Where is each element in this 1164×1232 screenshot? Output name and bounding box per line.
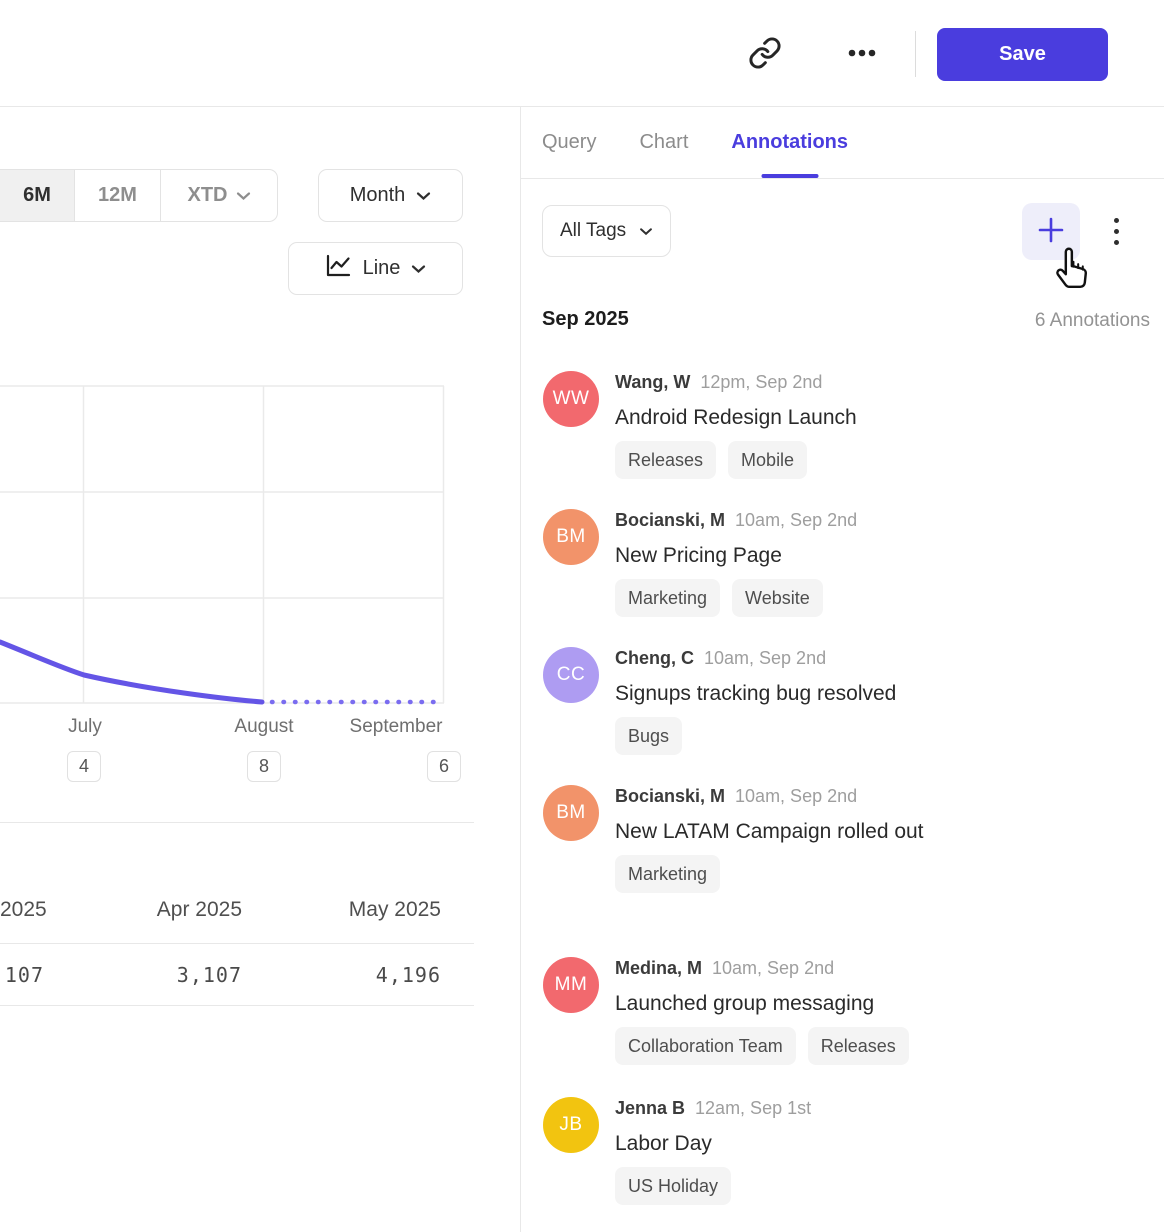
annotation-tag: Bugs	[615, 717, 682, 755]
annotation-title: New LATAM Campaign rolled out	[615, 814, 924, 849]
chevron-down-icon	[639, 227, 653, 236]
copy-link-button[interactable]	[745, 34, 785, 74]
x-axis-label-september: September	[350, 716, 443, 738]
annotation-timestamp: 10am, Sep 2nd	[704, 648, 826, 669]
chevron-down-icon	[236, 191, 251, 201]
annotation-list-item[interactable]: MM Medina, M 10am, Sep 2nd Launched grou…	[543, 957, 1150, 1065]
annotation-count-badge-july[interactable]: 4	[67, 751, 101, 782]
more-options-button[interactable]	[842, 34, 882, 74]
avatar: JB	[543, 1097, 599, 1153]
annotations-panel: Query Chart Annotations .tab.active::aft…	[520, 107, 1164, 1232]
results-table: 2025 Apr 2025 May 2025 107 3,107 4,196	[0, 822, 474, 1006]
chevron-down-icon	[411, 264, 426, 274]
kebab-icon	[1114, 218, 1119, 223]
annotation-tag: Mobile	[728, 441, 807, 479]
annotation-tag: US Holiday	[615, 1167, 731, 1205]
granularity-dropdown[interactable]: Month	[318, 169, 463, 222]
annotation-list-item[interactable]: WW Wang, W 12pm, Sep 2nd Android Redesig…	[543, 371, 1150, 479]
table-header-mar-2025: 2025	[0, 898, 44, 922]
table-value-apr-2025: 3,107	[44, 963, 242, 987]
date-range-segmented-control: 6M 12M XTD	[0, 169, 278, 222]
annotation-title: Labor Day	[615, 1126, 811, 1161]
annotation-tag: Releases	[808, 1027, 909, 1065]
annotation-list-item[interactable]: BM Bocianski, M 10am, Sep 2nd New LATAM …	[543, 785, 1150, 893]
all-tags-filter-dropdown[interactable]: All Tags	[542, 205, 671, 257]
avatar: BM	[543, 785, 599, 841]
annotation-author: Wang, W	[615, 372, 690, 393]
annotation-tag: Releases	[615, 441, 716, 479]
annotation-title: Launched group messaging	[615, 986, 909, 1021]
annotation-author: Bocianski, M	[615, 786, 725, 807]
tab-chart[interactable]: Chart	[639, 107, 688, 178]
range-6m-button[interactable]: 6M	[0, 170, 74, 221]
annotation-list-item[interactable]: JB Jenna B 12am, Sep 1st Labor Day US Ho…	[543, 1097, 1150, 1205]
chart-type-dropdown[interactable]: Line	[288, 242, 463, 295]
save-button[interactable]: Save	[937, 28, 1108, 81]
month-group-header: Sep 2025	[542, 308, 629, 331]
annotation-tag: Website	[732, 579, 823, 617]
annotation-author: Bocianski, M	[615, 510, 725, 531]
topbar-divider	[915, 31, 916, 77]
annotation-timestamp: 12pm, Sep 2nd	[700, 372, 822, 393]
annotations-count-label: 6 Annotations	[1035, 310, 1150, 332]
annotation-list-item[interactable]: BM Bocianski, M 10am, Sep 2nd New Pricin…	[543, 509, 1150, 617]
chevron-down-icon	[416, 191, 431, 201]
annotation-author: Jenna B	[615, 1098, 685, 1119]
table-value-mar-2025: 107	[0, 963, 44, 987]
annotation-count-badge-september[interactable]: 6	[427, 751, 461, 782]
range-xtd-label: XTD	[188, 184, 228, 207]
table-header-apr-2025: Apr 2025	[44, 898, 242, 922]
annotation-tag: Collaboration Team	[615, 1027, 796, 1065]
annotation-tag: Marketing	[615, 855, 720, 893]
avatar: BM	[543, 509, 599, 565]
plus-icon	[1036, 215, 1066, 248]
analytics-app: Save 6M 12M XTD Month Line	[0, 0, 1164, 1232]
series-line-solid	[0, 642, 262, 702]
annotation-title: New Pricing Page	[615, 538, 857, 573]
ellipsis-icon	[844, 35, 880, 74]
x-axis-label-august: August	[234, 716, 293, 738]
annotation-title: Android Redesign Launch	[615, 400, 857, 435]
table-value-row: 107 3,107 4,196	[0, 944, 474, 1006]
annotation-list-item[interactable]: CC Cheng, C 10am, Sep 2nd Signups tracki…	[543, 647, 1150, 755]
range-12m-button[interactable]: 12M	[74, 170, 160, 221]
all-tags-label: All Tags	[560, 220, 626, 242]
range-xtd-button[interactable]: XTD	[160, 170, 277, 221]
annotation-timestamp: 10am, Sep 2nd	[735, 510, 857, 531]
annotation-tag: Marketing	[615, 579, 720, 617]
panel-tabs: Query Chart Annotations	[521, 107, 1164, 179]
table-header-may-2025: May 2025	[242, 898, 441, 922]
annotation-timestamp: 10am, Sep 2nd	[712, 958, 834, 979]
x-axis-label-july: July	[68, 716, 102, 738]
avatar: MM	[543, 957, 599, 1013]
table-header-row: 2025 Apr 2025 May 2025	[0, 822, 474, 944]
annotation-author: Cheng, C	[615, 648, 694, 669]
granularity-label: Month	[350, 184, 406, 207]
annotation-count-badge-august[interactable]: 8	[247, 751, 281, 782]
tab-query[interactable]: Query	[542, 107, 596, 178]
annotation-title: Signups tracking bug resolved	[615, 676, 896, 711]
tab-annotations[interactable]: Annotations	[731, 107, 848, 178]
annotations-menu-button[interactable]	[1099, 208, 1133, 254]
add-annotation-button[interactable]	[1022, 203, 1080, 260]
line-chart-icon	[325, 254, 352, 284]
top-bar: Save	[0, 0, 1164, 107]
table-value-may-2025: 4,196	[242, 963, 441, 987]
annotation-timestamp: 12am, Sep 1st	[695, 1098, 811, 1119]
annotation-timestamp: 10am, Sep 2nd	[735, 786, 857, 807]
avatar: CC	[543, 647, 599, 703]
chart-type-label: Line	[363, 257, 401, 280]
line-chart-plot[interactable]	[0, 370, 470, 715]
avatar: WW	[543, 371, 599, 427]
annotation-author: Medina, M	[615, 958, 702, 979]
link-icon	[748, 36, 782, 73]
